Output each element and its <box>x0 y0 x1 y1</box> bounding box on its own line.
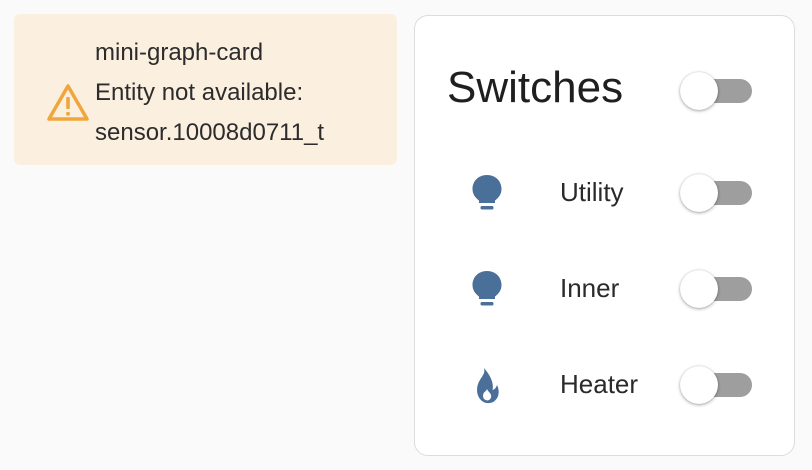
warning-message-text: Entity not available: <box>95 79 304 106</box>
switch-label-utility: Utility <box>560 177 624 207</box>
lightbulb-icon <box>472 175 502 210</box>
warning-entity-id: sensor.10008d0711_t <box>95 119 325 146</box>
warning-card-type: mini-graph-card <box>95 39 264 66</box>
toggle-thumb <box>680 72 718 110</box>
master-toggle[interactable] <box>680 71 753 111</box>
toggle-thumb <box>680 270 718 308</box>
toggle-thumb <box>680 366 718 404</box>
toggle-heater[interactable] <box>680 365 753 405</box>
toggle-utility[interactable] <box>680 173 753 213</box>
warning-message: mini-graph-card Entity not available: se… <box>95 33 324 153</box>
toggle-thumb <box>680 174 718 212</box>
switch-label-heater: Heater <box>560 369 639 399</box>
entity-warning-card: mini-graph-card Entity not available: se… <box>14 14 397 165</box>
switch-label-inner: Inner <box>560 273 620 303</box>
fire-icon <box>477 368 499 404</box>
card-title: Switches <box>447 63 624 112</box>
alert-triangle-icon <box>47 84 89 121</box>
lightbulb-icon <box>472 271 502 306</box>
toggle-inner[interactable] <box>680 269 753 309</box>
switches-card: Switches Utility Inner Heater <box>414 15 795 456</box>
